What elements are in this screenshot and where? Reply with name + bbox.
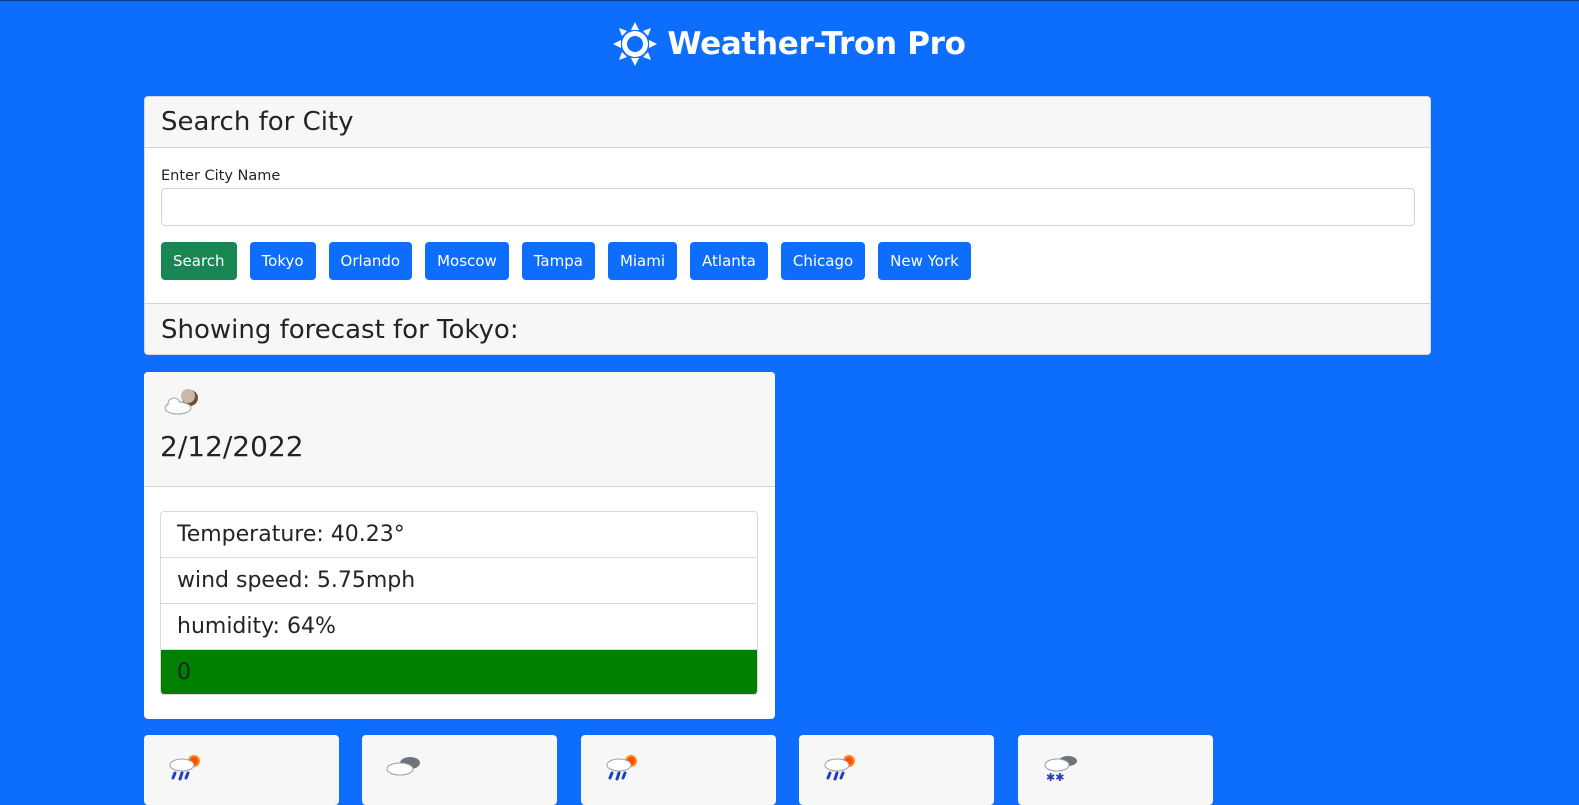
button-row: Search Tokyo Orlando Moscow Tampa Miami … xyxy=(161,242,1414,280)
cloudy-night-icon xyxy=(164,389,198,415)
forecast-day-card xyxy=(581,735,776,805)
city-name-label: Enter City Name xyxy=(161,168,281,184)
forecast-day-card xyxy=(362,735,557,805)
snow-cloud-icon: ✱✱ xyxy=(1044,756,1077,783)
city-button-atlanta[interactable]: Atlanta xyxy=(690,242,768,280)
city-button-orlando[interactable]: Orlando xyxy=(328,242,413,280)
app-title: Weather-Tron Pro xyxy=(667,26,966,62)
current-date: 2/12/2022 xyxy=(160,430,304,463)
forecast-heading-bar: Showing forecast for Tokyo: xyxy=(145,303,1430,354)
rain-sun-icon xyxy=(824,755,855,781)
app-header: Weather-Tron Pro xyxy=(0,19,1579,69)
city-button-moscow[interactable]: Moscow xyxy=(425,242,509,280)
forecast-day-card xyxy=(799,735,994,805)
city-button-miami[interactable]: Miami xyxy=(607,242,678,280)
forecast-day-card xyxy=(144,735,339,805)
sun-icon xyxy=(613,22,658,66)
rain-sun-icon xyxy=(606,755,637,781)
city-name-input[interactable] xyxy=(161,188,1415,226)
cloudy-icon xyxy=(386,757,420,776)
city-button-chicago[interactable]: Chicago xyxy=(780,242,866,280)
search-button[interactable]: Search xyxy=(161,242,237,280)
humidity-item: humidity: 64% xyxy=(161,604,757,650)
current-weather-header: 2/12/2022 xyxy=(144,372,775,487)
rain-sun-icon xyxy=(169,755,200,781)
city-button-tampa[interactable]: Tampa xyxy=(521,242,595,280)
current-weather-card: 2/12/2022 Temperature: 40.23° wind speed… xyxy=(144,372,775,719)
city-button-new-york[interactable]: New York xyxy=(878,242,971,280)
svg-text:✱✱: ✱✱ xyxy=(1046,771,1064,783)
wind-speed-item: wind speed: 5.75mph xyxy=(161,558,757,604)
search-panel-header: Search for City xyxy=(145,97,1430,148)
weather-details-list: Temperature: 40.23° wind speed: 5.75mph … xyxy=(160,511,758,695)
uv-index-item: 0 xyxy=(161,650,757,694)
search-heading: Search for City xyxy=(161,107,354,137)
city-button-tokyo[interactable]: Tokyo xyxy=(249,242,316,280)
search-panel: Search for City Enter City Name Search T… xyxy=(144,96,1431,355)
forecast-day-card: ✱✱ xyxy=(1018,735,1213,805)
temperature-item: Temperature: 40.23° xyxy=(161,512,757,558)
forecast-heading: Showing forecast for Tokyo: xyxy=(161,314,519,345)
